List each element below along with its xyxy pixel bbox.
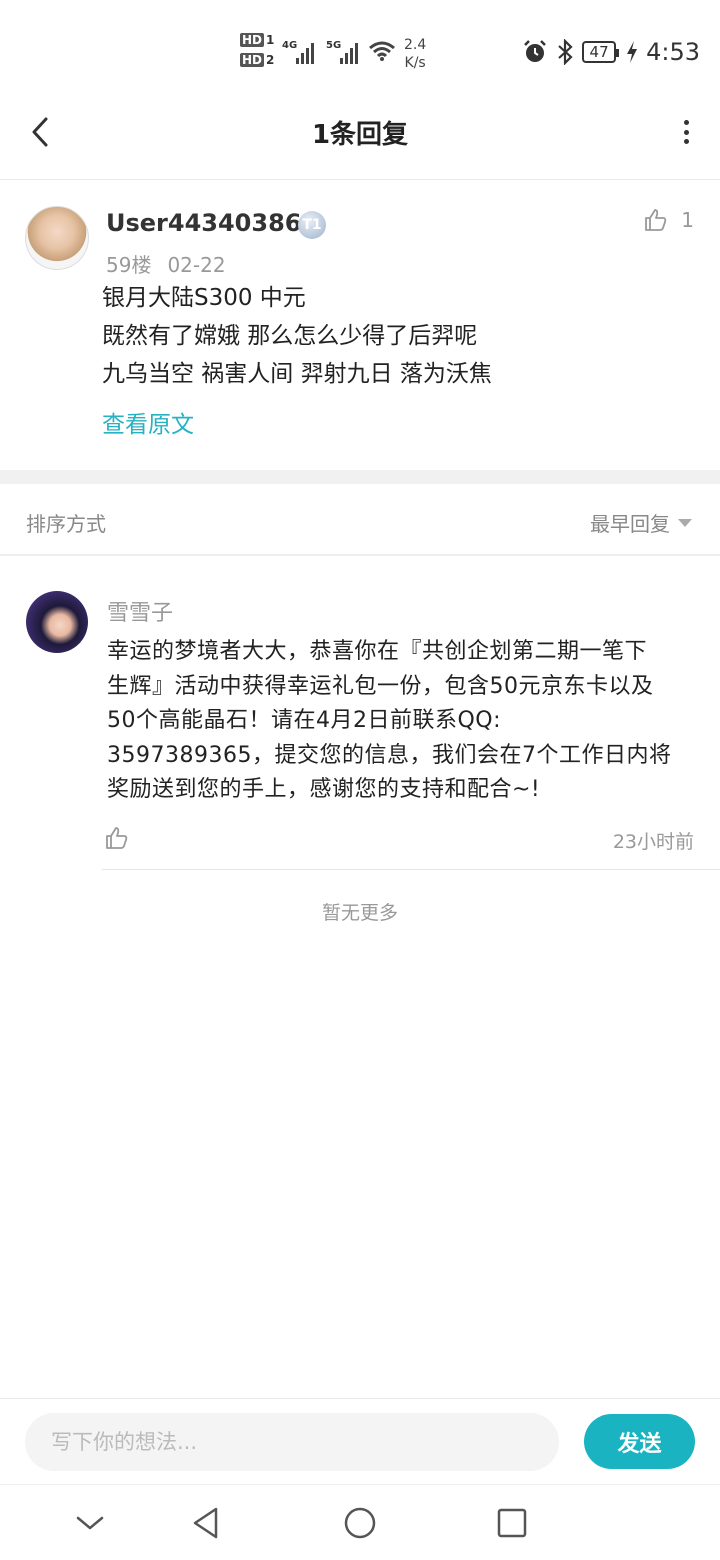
like-count: 1 — [681, 208, 694, 232]
signal-bars-1-icon — [296, 40, 314, 64]
comment-input-bar: 发送 — [0, 1398, 720, 1484]
no-more-label: 暂无更多 — [321, 902, 398, 924]
reply-like-button[interactable] — [104, 825, 130, 855]
avatar[interactable] — [25, 206, 89, 270]
reply-body: 幸运的梦境者大大，恭喜你在『共创企划第二期一笔下 生辉』活动中获得幸运礼包一份，… — [107, 635, 699, 808]
level-badge: T1 — [298, 211, 326, 239]
signal-bars-2-icon — [340, 40, 358, 64]
page-title: 1条回复 — [311, 120, 409, 150]
reply-line: 生辉』活动中获得幸运礼包一份，包含50元京东卡以及 — [107, 673, 654, 699]
status-bar: HD 1 HD 2 4G 5G 2.4 K/s 47 4:53 — [0, 0, 720, 100]
avatar[interactable] — [26, 591, 88, 653]
thumbs-up-icon — [645, 209, 667, 231]
reply-divider — [102, 869, 720, 870]
thumbs-up-icon — [106, 827, 128, 849]
send-button[interactable]: 发送 — [584, 1414, 695, 1469]
nav-back-button[interactable] — [184, 1501, 228, 1545]
dot-icon — [683, 120, 689, 125]
nav-recents-button[interactable] — [490, 1501, 534, 1545]
battery-level: 47 — [582, 41, 620, 63]
reply-line: 50个高能晶石！请在4月2日前联系QQ: — [107, 708, 502, 733]
dot-icon — [683, 139, 689, 144]
sort-dropdown[interactable]: 最早回复 — [590, 508, 692, 537]
section-divider — [0, 470, 720, 484]
speed-unit: K/s — [404, 55, 426, 71]
like-button[interactable]: 1 — [643, 207, 694, 233]
comment-body: 银月大陆S300 中元 既然有了嫦娥 那么怎么少得了后羿呢 九乌当空 祸害人间 … — [102, 279, 492, 393]
charging-bolt-icon — [627, 41, 638, 63]
reply-line: 幸运的梦境者大大，恭喜你在『共创企划第二期一笔下 — [107, 639, 648, 664]
comment-line: 既然有了嫦娥 那么怎么少得了后羿呢 — [102, 323, 478, 349]
chevron-down-icon — [76, 1516, 104, 1530]
hd-badge-2: HD — [240, 53, 265, 67]
sim-1-label: 1 — [266, 33, 275, 47]
nav-collapse-button[interactable] — [68, 1501, 112, 1545]
reply-item: 雪雪子 幸运的梦境者大大，恭喜你在『共创企划第二期一笔下 生辉』活动中获得幸运礼… — [0, 557, 720, 871]
status-icons: 47 4:53 — [522, 38, 700, 66]
comment-date: 02-22 — [167, 253, 226, 277]
comment-meta: 59楼 02-22 — [106, 249, 226, 278]
sort-bar: 排序方式 最早回复 — [0, 484, 720, 556]
reply-line: 奖励送到您的手上，感谢您的支持和配合~! — [107, 777, 541, 802]
speed-value: 2.4 — [404, 37, 427, 53]
bluetooth-icon — [558, 39, 573, 65]
square-recents-icon — [497, 1508, 527, 1538]
sort-selected-value: 最早回复 — [590, 512, 670, 536]
alarm-icon — [524, 40, 546, 62]
network-type-2: 5G — [326, 40, 342, 51]
circle-home-icon — [344, 1507, 376, 1539]
reply-line: 3597389365，提交您的信息，我们会在7个工作日内将 — [107, 742, 672, 768]
view-original-link[interactable]: 查看原文 — [102, 405, 194, 439]
network-type-1: 4G — [282, 40, 298, 51]
dot-icon — [683, 129, 689, 135]
comment-line: 九乌当空 祸害人间 羿射九日 落为沃焦 — [102, 361, 492, 387]
system-nav-bar — [0, 1484, 720, 1560]
network-speed: 2.4 K/s — [404, 36, 426, 72]
reply-username[interactable]: 雪雪子 — [107, 595, 173, 627]
comment-input[interactable] — [25, 1413, 559, 1471]
nav-home-button[interactable] — [338, 1501, 382, 1545]
hd-badge-1: HD — [240, 33, 265, 47]
comment-line: 银月大陆S300 中元 — [102, 285, 306, 311]
sim-2-label: 2 — [266, 53, 275, 67]
app-header: 1条回复 — [0, 100, 720, 180]
original-comment: User443403869 T1 59楼 02-22 1 银月大陆S300 中元 … — [0, 181, 720, 470]
more-options-button[interactable] — [680, 120, 692, 144]
clock: 4:53 — [646, 38, 700, 66]
sim-indicator: HD 1 HD 2 — [240, 33, 274, 73]
wifi-icon — [369, 41, 395, 61]
triangle-back-icon — [193, 1507, 218, 1539]
reply-time: 23小时前 — [612, 831, 694, 853]
floor-number: 59楼 — [106, 253, 152, 277]
comment-username[interactable]: User443403869 — [106, 209, 318, 237]
sort-label: 排序方式 — [26, 512, 106, 536]
dropdown-arrow-icon — [678, 518, 692, 527]
